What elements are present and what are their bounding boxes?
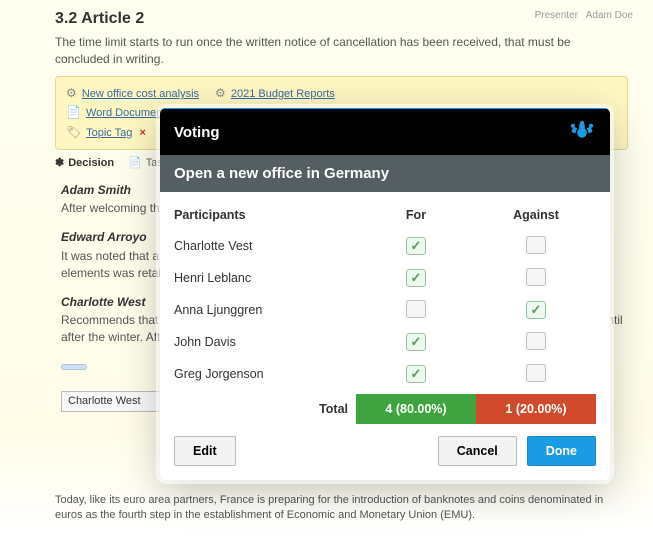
link-icon: ⚙ — [66, 86, 77, 100]
participant-name: Henri Leblanc — [174, 271, 356, 285]
tab-decision[interactable]: ✽ Decision — [55, 156, 114, 171]
edit-button[interactable]: Edit — [174, 436, 236, 466]
vote-table: Participants For Against Charlotte Vest ✓… — [160, 192, 610, 424]
table-row: Anna Ljunggren ✓ — [174, 294, 596, 326]
totals-label: Total — [174, 394, 356, 424]
vote-cell-for: ✓ — [356, 269, 476, 287]
select-value: Charlotte West — [68, 394, 141, 409]
checkbox-for[interactable]: ✓ — [406, 365, 426, 383]
vote-cell-against — [476, 268, 596, 289]
check-icon: ✓ — [531, 302, 542, 318]
attach-row-1: ⚙ New office cost analysis ⚙ 2021 Budget… — [66, 85, 617, 102]
attachment-link[interactable]: Word Document — [86, 107, 165, 119]
participant-name: Charlotte Vest — [174, 239, 356, 253]
vote-cell-against — [476, 332, 596, 353]
checkbox-against[interactable] — [526, 364, 546, 382]
check-icon: ✓ — [411, 334, 422, 350]
participant-name: John Davis — [174, 335, 356, 349]
tag-chip[interactable] — [61, 364, 87, 370]
attachment-link[interactable]: New office cost analysis — [82, 88, 199, 100]
vote-cell-against — [476, 236, 596, 257]
table-row: Greg Jorgenson ✓ — [174, 358, 596, 390]
totals-row: Total 4 (80.00%) 1 (20.00%) — [174, 394, 596, 424]
totals-for: 4 (80.00%) — [356, 394, 476, 424]
doc-icon: 📄 — [66, 105, 81, 119]
link-icon: ⚙ — [215, 86, 226, 100]
col-against: Against — [476, 208, 596, 222]
footer-paragraph: Today, like its euro area partners, Fran… — [55, 493, 628, 524]
table-row: Charlotte Vest ✓ — [174, 230, 596, 262]
voting-modal: Voting Open a new office in Germany Part… — [160, 108, 610, 480]
table-row: Henri Leblanc ✓ — [174, 262, 596, 294]
checkbox-for[interactable] — [406, 300, 426, 318]
modal-footer: Edit Cancel Done — [160, 424, 610, 480]
article-title: 3.2 Article 2 — [55, 8, 628, 30]
tag-icon: 🏷 — [66, 125, 81, 139]
vote-cell-for: ✓ — [356, 237, 476, 255]
attachment-link[interactable]: 2021 Budget Reports — [231, 88, 335, 100]
tasks-icon: 📄 — [128, 156, 142, 171]
checkbox-for[interactable]: ✓ — [406, 237, 426, 255]
check-icon: ✓ — [411, 238, 422, 254]
crown-icon — [568, 119, 596, 145]
checkbox-against[interactable]: ✓ — [526, 301, 546, 319]
vote-cell-against — [476, 364, 596, 385]
check-icon: ✓ — [411, 270, 422, 286]
vote-cell-against: ✓ — [476, 301, 596, 319]
done-button[interactable]: Done — [527, 436, 596, 466]
checkbox-for[interactable]: ✓ — [406, 333, 426, 351]
participant-name: Greg Jorgenson — [174, 367, 356, 381]
vote-cell-for: ✓ — [356, 333, 476, 351]
col-for: For — [356, 208, 476, 222]
checkbox-against[interactable] — [526, 236, 546, 254]
cancel-button[interactable]: Cancel — [438, 436, 517, 466]
remove-attachment[interactable]: × — [139, 127, 145, 139]
totals-against: 1 (20.00%) — [476, 394, 596, 424]
col-participants: Participants — [174, 208, 356, 222]
checkbox-for[interactable]: ✓ — [406, 269, 426, 287]
attachment-link[interactable]: Topic Tag — [86, 127, 132, 139]
modal-subject: Open a new office in Germany — [160, 155, 610, 192]
check-icon: ✓ — [411, 366, 422, 382]
modal-title: Voting — [174, 124, 220, 141]
table-header: Participants For Against — [174, 200, 596, 230]
table-row: John Davis ✓ — [174, 326, 596, 358]
participant-name: Anna Ljunggren — [174, 303, 356, 317]
decision-icon: ✽ — [55, 156, 64, 171]
vote-cell-for: ✓ — [356, 365, 476, 383]
vote-cell-for — [356, 300, 476, 321]
checkbox-against[interactable] — [526, 332, 546, 350]
article-intro: The time limit starts to run once the wr… — [55, 34, 628, 68]
modal-header: Voting — [160, 108, 610, 155]
tab-label: Decision — [68, 156, 114, 171]
checkbox-against[interactable] — [526, 268, 546, 286]
